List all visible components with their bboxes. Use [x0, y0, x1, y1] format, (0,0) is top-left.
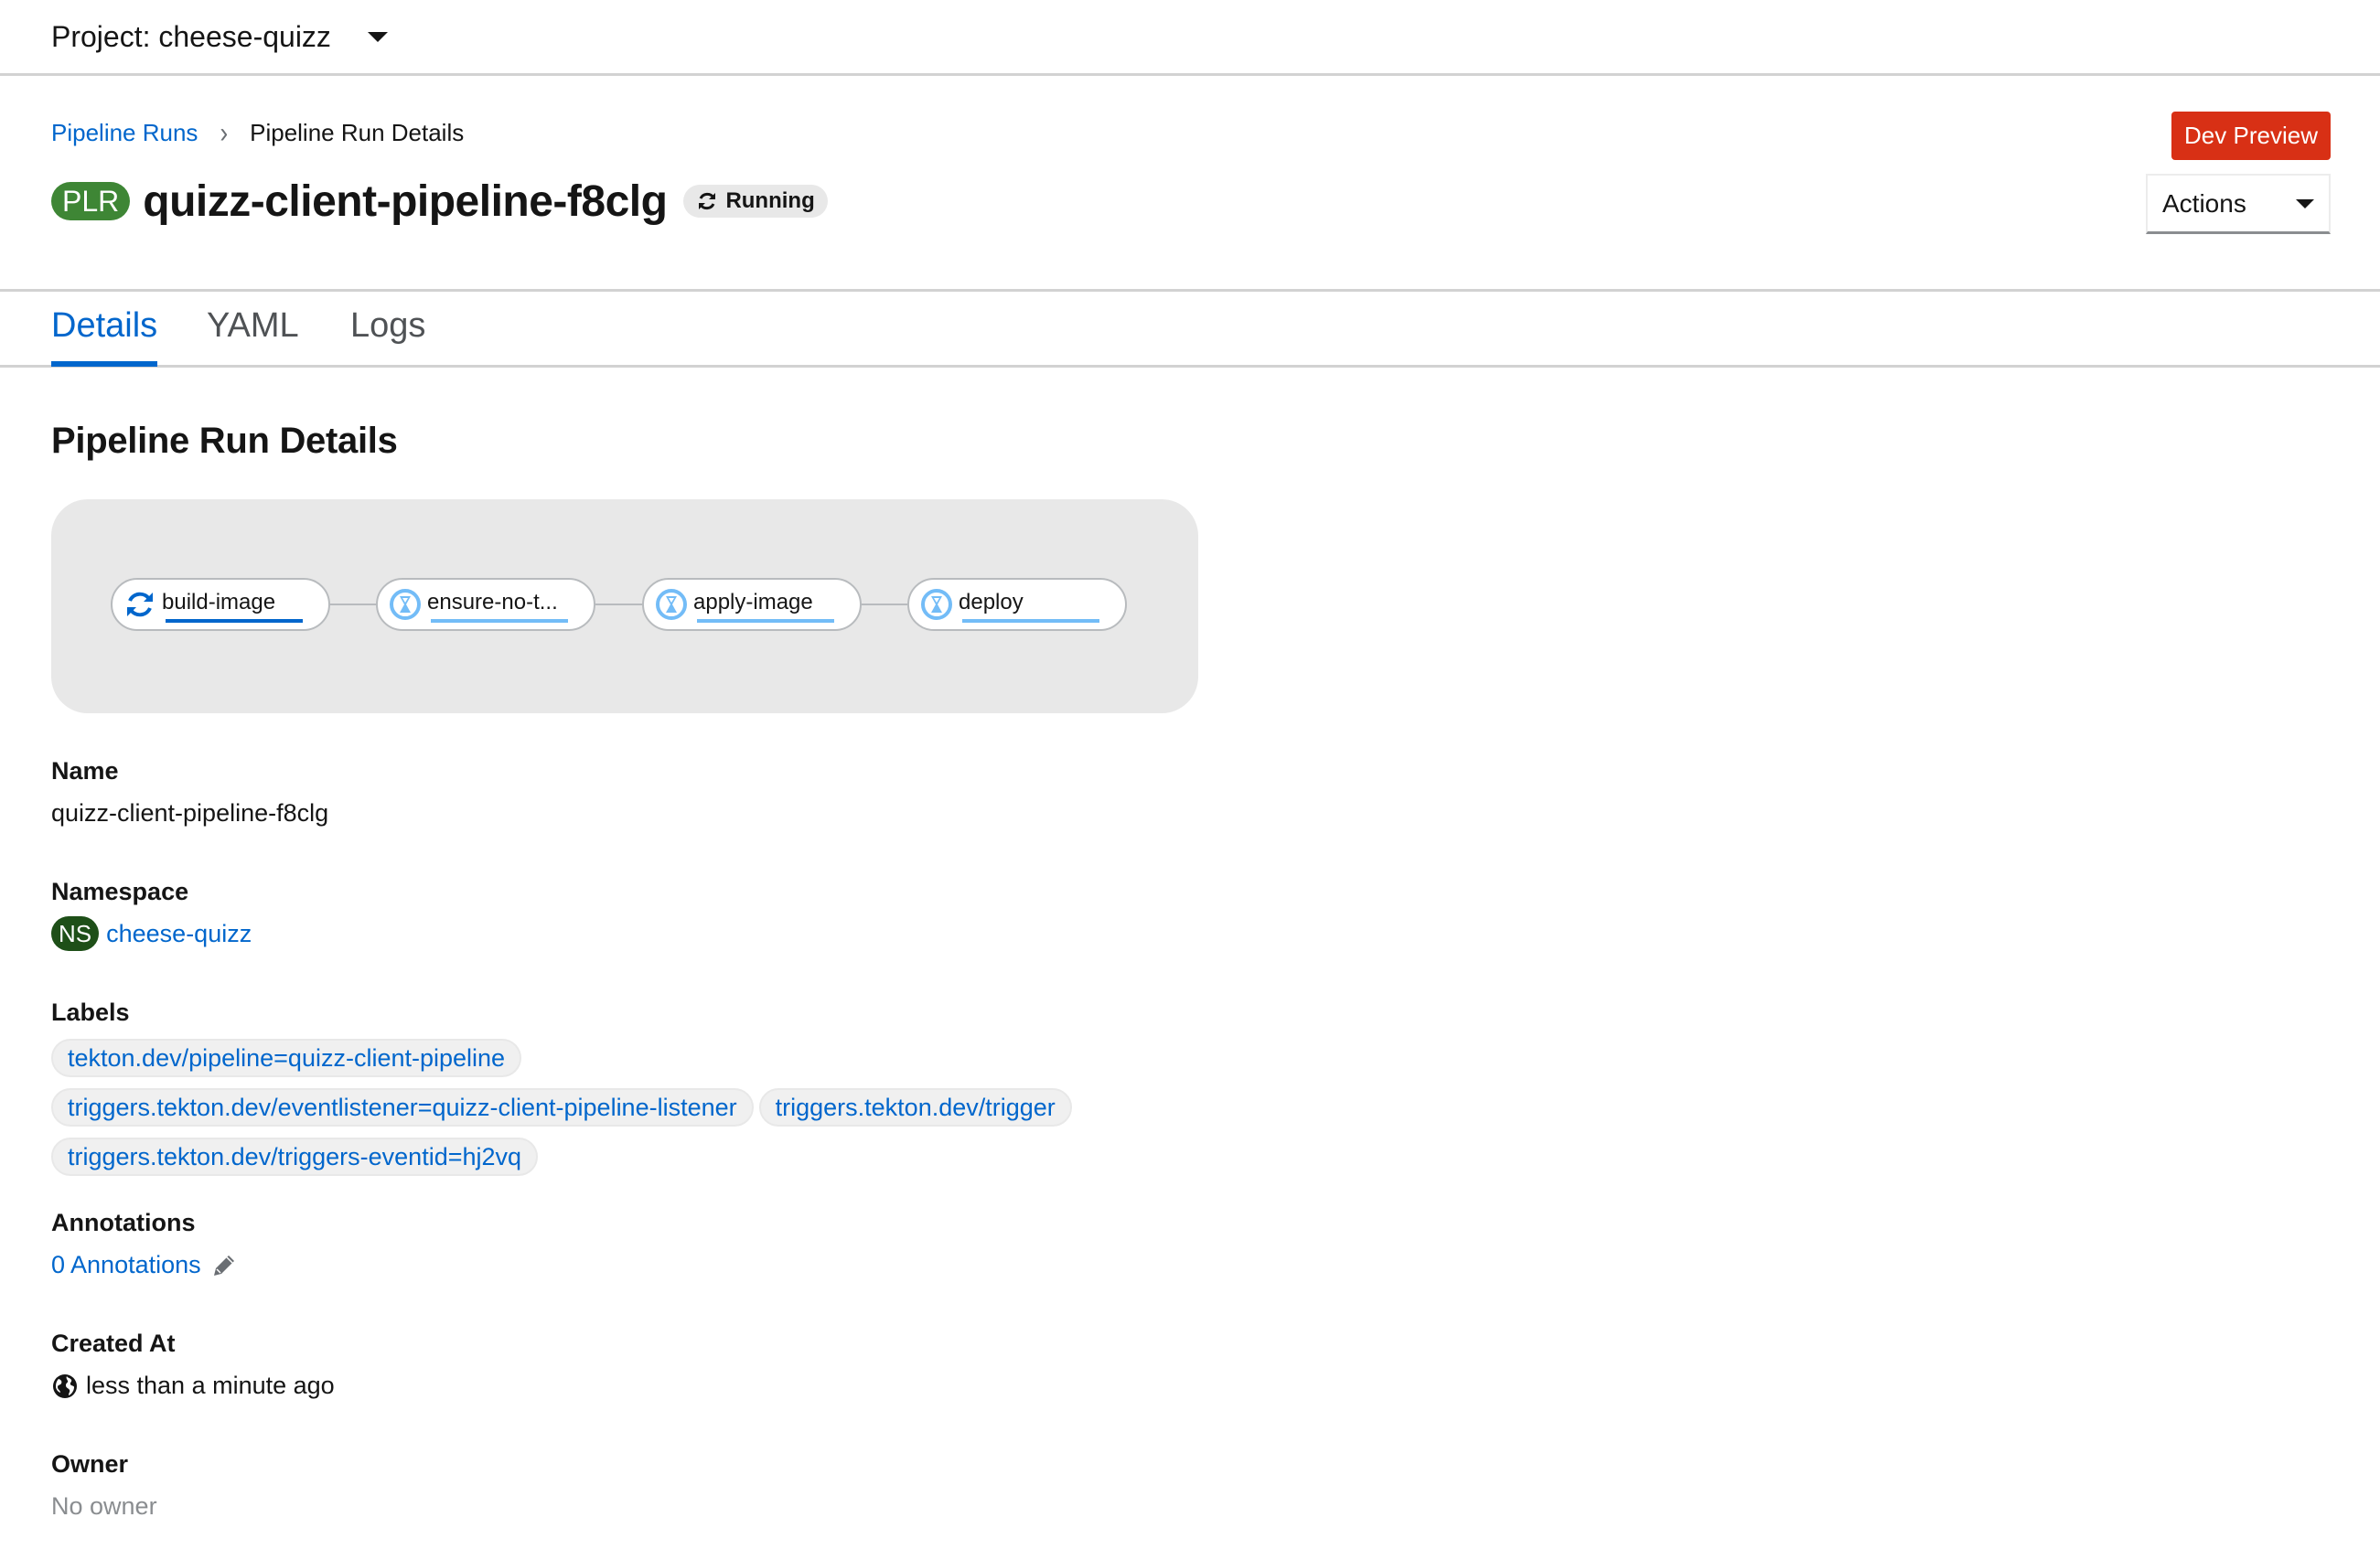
label-chip[interactable]: tekton.dev/pipeline=quizz-client-pipelin…: [51, 1039, 522, 1077]
namespace-link[interactable]: cheese-quizz: [106, 920, 252, 948]
task-label: build-image: [162, 590, 276, 614]
annotations-field: Annotations 0 Annotations: [51, 1209, 238, 1279]
created-at-value: less than a minute ago: [86, 1372, 335, 1399]
breadcrumb-pipeline-runs-link[interactable]: Pipeline Runs: [51, 119, 198, 147]
task-progress-bar: [697, 619, 834, 623]
task-progress-bar: [166, 619, 303, 623]
page-title: quizz-client-pipeline-f8clg: [143, 176, 668, 226]
task-progress-bar: [431, 619, 568, 623]
tab-logs[interactable]: Logs: [350, 306, 425, 365]
caret-down-icon: [367, 31, 388, 42]
graph-edge: [595, 604, 642, 605]
namespace-field: Namespace NS cheese-quizz: [51, 878, 252, 951]
pipeline-task-build-image[interactable]: build-image: [111, 578, 330, 631]
actions-dropdown[interactable]: Actions: [2146, 174, 2331, 234]
name-value: quizz-client-pipeline-f8clg: [51, 799, 329, 827]
task-progress-bar: [962, 619, 1099, 623]
owner-field: Owner No owner: [51, 1450, 157, 1521]
page-header: PLR quizz-client-pipeline-f8clg Running: [51, 172, 828, 230]
namespace-label: Namespace: [51, 878, 189, 905]
status-badge: Running: [683, 185, 828, 218]
pencil-icon[interactable]: [210, 1252, 238, 1279]
created-at-field: Created At less than a minute ago: [51, 1330, 335, 1400]
graph-edge: [860, 604, 907, 605]
tab-details[interactable]: Details: [51, 306, 158, 367]
created-at-label: Created At: [51, 1330, 176, 1357]
breadcrumb-current: Pipeline Run Details: [250, 119, 465, 146]
pipeline-task-ensure-no-t[interactable]: ensure-no-t...: [376, 578, 595, 631]
project-selector[interactable]: Project: cheese-quizz: [51, 16, 388, 57]
pipeline-graph: build-image ensure-no-t... apply-image d…: [51, 499, 1198, 713]
sync-icon: [127, 592, 153, 617]
pipeline-task-apply-image[interactable]: apply-image: [642, 578, 862, 631]
label-chip[interactable]: triggers.tekton.dev/trigger: [758, 1088, 1072, 1127]
name-label: Name: [51, 757, 119, 785]
resource-badge: PLR: [51, 182, 131, 220]
owner-value: No owner: [51, 1492, 157, 1520]
owner-label: Owner: [51, 1450, 129, 1478]
namespace-badge: NS: [51, 916, 100, 951]
hourglass-icon: [921, 589, 952, 620]
task-label: deploy: [959, 590, 1024, 614]
name-field: Name quizz-client-pipeline-f8clg: [51, 757, 328, 828]
status-text: Running: [725, 188, 815, 213]
caret-down-icon: [2295, 198, 2314, 208]
graph-edge: [329, 604, 376, 605]
label-chip[interactable]: triggers.tekton.dev/triggers-eventid=hj2…: [51, 1138, 539, 1176]
breadcrumb: Pipeline Runs › Pipeline Run Details: [51, 115, 465, 149]
dev-preview-badge: Dev Preview: [2171, 112, 2331, 160]
annotations-label: Annotations: [51, 1209, 196, 1236]
labels-label: Labels: [51, 999, 130, 1026]
hourglass-icon: [390, 589, 421, 620]
task-label: ensure-no-t...: [427, 590, 558, 614]
globe-icon: [53, 1373, 77, 1398]
pipeline-task-deploy[interactable]: deploy: [907, 578, 1127, 631]
hourglass-icon: [656, 589, 687, 620]
tab-yaml[interactable]: YAML: [207, 306, 299, 365]
task-label: apply-image: [693, 590, 813, 614]
label-chip[interactable]: triggers.tekton.dev/eventlistener=quizz-…: [51, 1088, 754, 1127]
actions-label: Actions: [2162, 188, 2246, 218]
section-title: Pipeline Run Details: [51, 421, 398, 461]
project-selector-label: Project: cheese-quizz: [51, 19, 331, 53]
labels-field: Labels tekton.dev/pipeline=quizz-client-…: [51, 999, 1204, 1176]
chevron-right-icon: ›: [220, 115, 229, 149]
tab-bar: Details YAML Logs: [0, 289, 2380, 368]
annotations-link[interactable]: 0 Annotations: [51, 1251, 201, 1279]
project-bar: Project: cheese-quizz: [0, 0, 2380, 76]
labels-list: tekton.dev/pipeline=quizz-client-pipelin…: [51, 1039, 1204, 1176]
sync-icon: [699, 192, 716, 210]
